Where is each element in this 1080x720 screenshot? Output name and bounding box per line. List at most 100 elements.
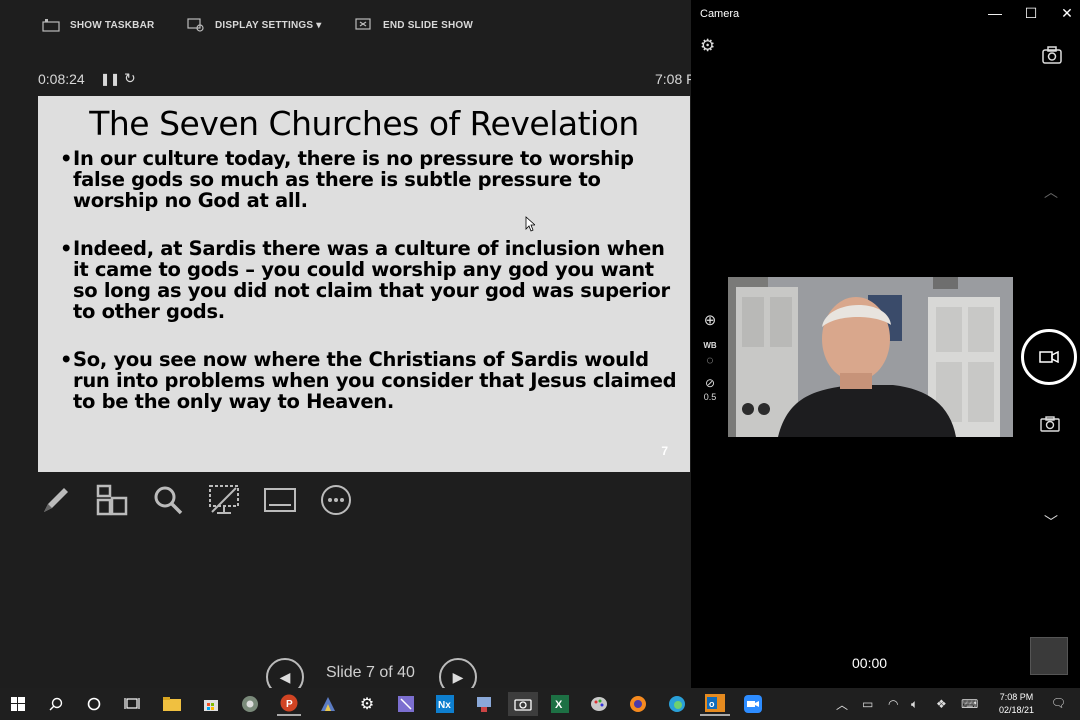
- zoom-in-icon[interactable]: ⊕: [701, 311, 719, 329]
- current-time: 7:08 F: [655, 71, 695, 87]
- snipping-tool-icon[interactable]: [394, 692, 418, 716]
- slides-grid-icon: [96, 484, 128, 516]
- end-slide-show-label: END SLIDE SHOW: [383, 19, 474, 31]
- slide-title: The Seven Churches of Revelation: [89, 104, 639, 143]
- pen-tool-button[interactable]: [38, 482, 74, 518]
- timer-row: 0:08:24 ❚❚ ↻ 7:08 F: [38, 70, 695, 90]
- camera-app: Camera — ☐ ✕ ⚙ ︿ ⊕ WB ◌ ⊘ 0.5 ﹀ 00:00: [691, 0, 1080, 688]
- search-button[interactable]: [44, 692, 68, 716]
- start-button[interactable]: [6, 692, 30, 716]
- show-taskbar-button[interactable]: SHOW TASKBAR: [42, 18, 154, 32]
- subtitles-button[interactable]: [262, 482, 298, 518]
- camera-preview: [728, 277, 1013, 437]
- presenter-tools: [38, 482, 354, 518]
- task-view-icon: [124, 698, 140, 709]
- display-settings-label: DISPLAY SETTINGS ▾: [215, 19, 322, 31]
- svg-text:P: P: [286, 699, 293, 710]
- file-explorer-icon[interactable]: [160, 692, 184, 716]
- windows-taskbar: P ⚙ Nx X o ︿ ▭ ◠ 🔈︎ ❖ ⌨ 7:08 PM 02/18/21…: [0, 688, 1080, 720]
- slide-number: 7: [661, 444, 668, 458]
- chevron-up-tray-icon[interactable]: ︿: [836, 688, 848, 720]
- camera-window-title: Camera: [700, 8, 740, 20]
- outlook-icon[interactable]: o: [700, 692, 730, 716]
- end-show-icon: [355, 18, 371, 30]
- zoom-button[interactable]: [150, 482, 186, 518]
- minimize-icon[interactable]: —: [985, 5, 1005, 21]
- display-settings-button[interactable]: DISPLAY SETTINGS ▾: [187, 18, 321, 32]
- see-all-slides-button[interactable]: [94, 482, 130, 518]
- camera-titlebar: Camera — ☐ ✕: [691, 0, 1080, 28]
- subtitles-icon: [264, 488, 296, 512]
- screen: SHOW TASKBAR DISPLAY SETTINGS ▾ END SLID…: [0, 0, 1080, 720]
- elapsed-timer: 0:08:24: [38, 71, 85, 87]
- reset-timer-icon[interactable]: ↻: [124, 70, 136, 87]
- cortana-circle-icon: [87, 697, 101, 711]
- more-icon: [321, 485, 351, 515]
- drawing-app-icon[interactable]: [316, 692, 340, 716]
- slide-bullet: So, you see now where the Christians of …: [60, 349, 680, 412]
- current-slide[interactable]: The Seven Churches of Revelation In our …: [38, 96, 690, 472]
- settings-icon[interactable]: ⚙: [355, 692, 379, 716]
- slide-bullets: In our culture today, there is no pressu…: [60, 148, 680, 439]
- network-app-icon[interactable]: [472, 692, 496, 716]
- lightbulb-icon[interactable]: ◌: [701, 353, 719, 367]
- display-settings-icon: [187, 18, 204, 32]
- taskbar-icon: [42, 19, 60, 32]
- maximize-icon[interactable]: ☐: [1021, 5, 1041, 22]
- black-screen-icon: [209, 485, 239, 514]
- pause-icon[interactable]: ❚❚: [100, 72, 120, 86]
- windows-logo-icon: [11, 697, 25, 711]
- slide-counter[interactable]: Slide 7 of 40: [326, 664, 415, 682]
- nx-app-icon[interactable]: Nx: [433, 692, 457, 716]
- switch-camera-icon[interactable]: [1042, 46, 1062, 64]
- store-icon[interactable]: [199, 692, 223, 716]
- cortana-button[interactable]: [82, 692, 106, 716]
- slide-bullet: Indeed, at Sardis there was a culture of…: [60, 238, 680, 322]
- magnifier-icon: [154, 486, 183, 515]
- record-video-button[interactable]: [1021, 329, 1077, 385]
- presenter-view: SHOW TASKBAR DISPLAY SETTINGS ▾ END SLID…: [0, 0, 695, 696]
- svg-text:X: X: [555, 699, 563, 711]
- edge-icon[interactable]: [665, 692, 689, 716]
- close-icon[interactable]: ✕: [1057, 5, 1077, 22]
- chevron-up-icon[interactable]: ︿: [1044, 182, 1058, 202]
- svg-text:Nx: Nx: [438, 700, 451, 711]
- mouse-cursor-icon: [525, 216, 535, 232]
- slide-bullet: In our culture today, there is no pressu…: [60, 148, 680, 211]
- white-balance-label[interactable]: WB: [701, 341, 719, 350]
- battery-device-icon[interactable]: ▭: [862, 688, 873, 720]
- taskbar-clock[interactable]: 7:08 PM 02/18/21: [999, 691, 1034, 717]
- firefox-icon[interactable]: [626, 692, 650, 716]
- recording-timer: 00:00: [852, 655, 888, 671]
- camera-app-taskbar-icon[interactable]: [508, 692, 538, 716]
- triangle-right-icon: ▶: [452, 668, 464, 685]
- svg-text:o: o: [709, 699, 715, 709]
- chevron-down-icon[interactable]: ﹀: [1044, 512, 1058, 532]
- dropbox-icon[interactable]: ❖: [936, 688, 947, 720]
- end-slide-show-button[interactable]: END SLIDE SHOW: [355, 18, 473, 32]
- keyboard-icon[interactable]: ⌨: [961, 688, 978, 720]
- network-wifi-icon[interactable]: ◠: [888, 688, 898, 720]
- more-options-button[interactable]: [318, 482, 354, 518]
- presenter-toolbar: SHOW TASKBAR DISPLAY SETTINGS ▾ END SLID…: [0, 0, 691, 52]
- task-view-button[interactable]: [120, 692, 144, 716]
- camera-feed-image: [728, 277, 1013, 437]
- chrome-globe-icon[interactable]: [238, 692, 262, 716]
- gallery-thumbnail[interactable]: [1030, 637, 1068, 675]
- excel-icon[interactable]: X: [548, 692, 572, 716]
- show-taskbar-label: SHOW TASKBAR: [70, 19, 155, 31]
- powerpoint-icon[interactable]: P: [277, 692, 301, 716]
- paint-icon[interactable]: [587, 692, 611, 716]
- zoom-app-icon[interactable]: [741, 692, 765, 716]
- settings-gear-icon[interactable]: ⚙: [700, 36, 715, 56]
- taskbar-date: 02/18/21: [998, 705, 1034, 715]
- exposure-icon[interactable]: ⊘: [701, 376, 719, 390]
- search-icon: [49, 697, 63, 711]
- exposure-value: 0.5: [703, 392, 717, 402]
- volume-icon[interactable]: 🔈︎: [911, 688, 918, 720]
- slide-navigation: ◀ Slide 7 of 40 ▶: [266, 654, 482, 696]
- black-screen-button[interactable]: [206, 482, 242, 518]
- take-photo-icon[interactable]: [1040, 416, 1060, 432]
- notification-center-icon[interactable]: 🗨︎: [1051, 696, 1066, 710]
- pen-icon: [44, 488, 68, 512]
